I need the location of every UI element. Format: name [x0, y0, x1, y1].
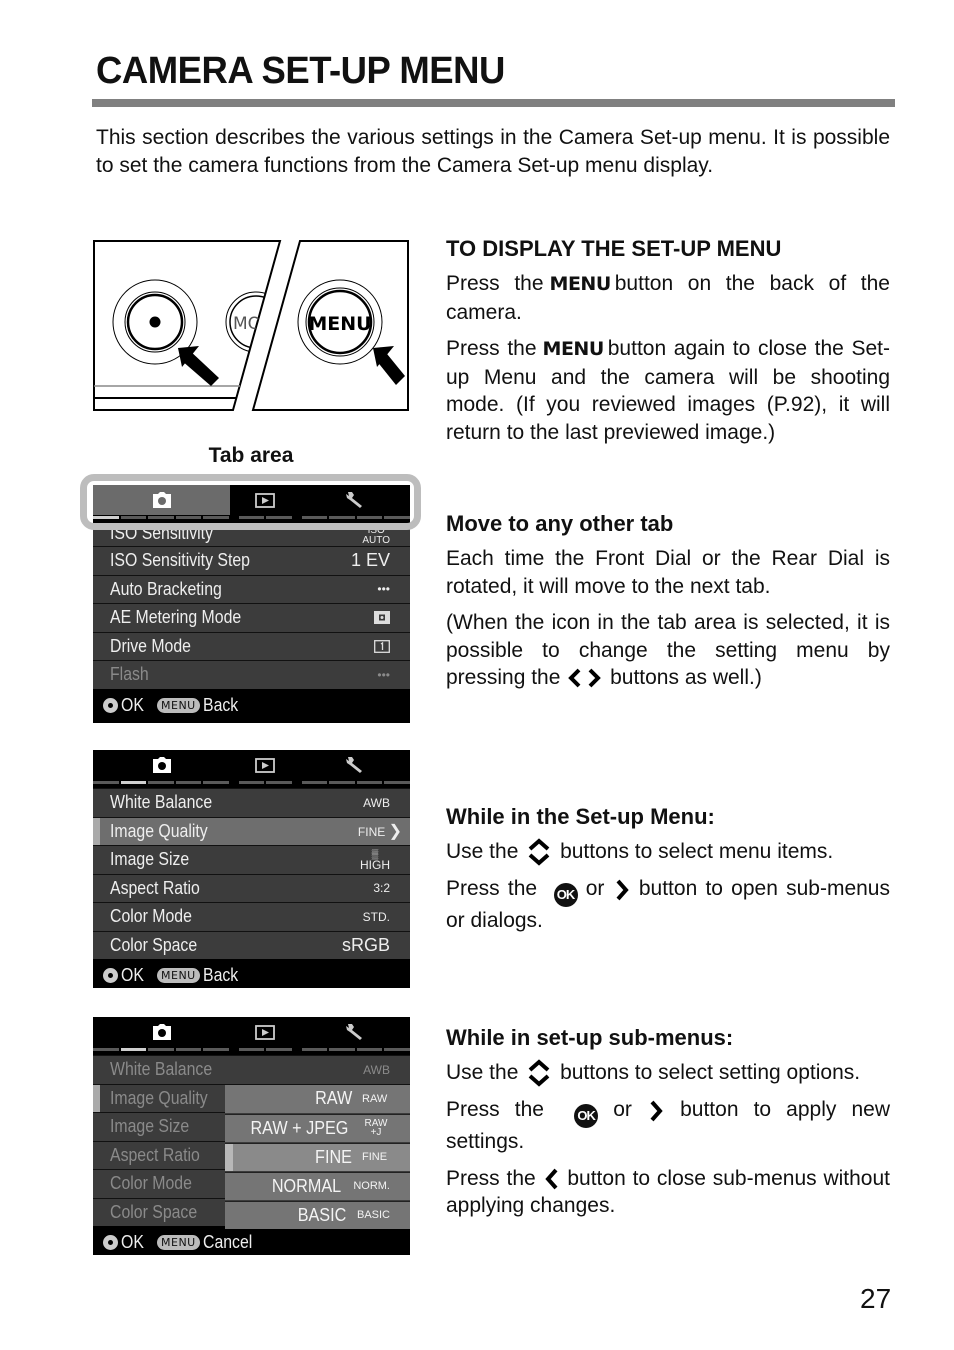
section-heading: While in the Set-up Menu:: [446, 804, 715, 829]
intro-paragraph: This section describes the various setti…: [96, 126, 890, 177]
tab-bar: [93, 750, 411, 788]
section-setup-submenus: While in set-up sub-menus: Use the butto…: [446, 1025, 890, 1218]
menu-row-iso-step[interactable]: ISO Sensitivity Step 1 EV: [93, 546, 410, 575]
option-normal[interactable]: NORMAL NORM.: [225, 1172, 410, 1200]
menu-row-white-balance[interactable]: White Balance AWB: [93, 788, 410, 817]
option-raw[interactable]: RAW RAW: [225, 1085, 410, 1113]
section-setup-menu: While in the Set-up Menu: Use the button…: [446, 804, 890, 933]
section-heading: While in set-up sub-menus:: [446, 1025, 734, 1050]
lcd-screen-shooting-menu-image: White Balance AWB Image Quality FINE ❯ I…: [93, 750, 411, 988]
page-number: 27: [860, 1283, 892, 1314]
wrench-icon: [346, 757, 362, 773]
page-title: CAMERA SET-UP MENU: [96, 50, 505, 92]
metering-icon: [374, 611, 390, 625]
section-move-tab: Move to any other tab Each time the Fron…: [446, 511, 890, 689]
tab-playback[interactable]: [230, 750, 300, 780]
tab-area-label: Tab area: [208, 444, 294, 467]
chevron-right-icon: ❯: [388, 823, 402, 841]
menu-button-badge: MENU: [157, 1235, 200, 1250]
tab-bar: [93, 1017, 411, 1055]
wrench-icon: [346, 1024, 362, 1040]
menu-key-label: MENU: [549, 273, 612, 295]
menu-row-color-space[interactable]: Color Space sRGB: [93, 930, 410, 959]
tab-page-indicator: [93, 1048, 411, 1052]
ok-button-icon: [103, 697, 118, 713]
tab-setup[interactable]: [300, 1017, 410, 1047]
chevron-right-icon: [616, 879, 629, 901]
menu-row-image-quality[interactable]: Image Quality FINE ❯: [93, 816, 410, 845]
menu-row-drive-mode[interactable]: Drive Mode: [93, 631, 410, 660]
tab-page-indicator: [93, 781, 411, 785]
menu-row-image-size[interactable]: Image Size ▒ HIGH: [93, 845, 410, 874]
menu-row-white-balance[interactable]: White Balance AWB: [93, 1055, 410, 1084]
section-heading: Move to any other tab: [446, 511, 674, 536]
section-heading: TO DISPLAY THE SET-UP MENU: [446, 236, 782, 261]
ok-button-icon: OK: [574, 1104, 599, 1129]
camera-back-illustration: MO MENU: [93, 240, 409, 411]
up-down-arrows-icon: [528, 838, 550, 867]
tab-setup[interactable]: [300, 750, 410, 780]
tab-shooting[interactable]: [93, 1017, 230, 1047]
playback-icon: [255, 1024, 275, 1040]
tab-playback[interactable]: [230, 1017, 300, 1047]
menu-row-ae-metering[interactable]: AE Metering Mode: [93, 603, 410, 632]
option-basic[interactable]: BASIC BASIC: [225, 1201, 410, 1229]
svg-text:MENU: MENU: [308, 313, 371, 335]
ok-button-icon: OK: [553, 883, 578, 908]
screen-footer: OK MENU Back: [93, 689, 410, 722]
playback-icon: [255, 757, 275, 773]
menu-button-badge: MENU: [157, 697, 200, 713]
ok-button-icon: [103, 1235, 118, 1250]
lcd-screen-image-quality-submenu: White Balance AWB Image Quality Image Si…: [93, 1017, 411, 1255]
chevron-right-icon: [650, 1100, 663, 1122]
ok-button-icon: [103, 968, 118, 983]
single-shot-icon: [374, 639, 390, 653]
svg-text:MO: MO: [233, 314, 261, 334]
ellipsis-icon: •••: [377, 582, 390, 597]
menu-button-badge: MENU: [157, 968, 200, 983]
left-right-arrows-icon: [568, 669, 602, 688]
option-fine[interactable]: FINE FINE: [225, 1143, 410, 1171]
menu-key-label: MENU: [542, 338, 605, 360]
raw-jpeg-badge: RAW +J: [364, 1118, 388, 1139]
ellipsis-icon: •••: [377, 667, 390, 682]
tab-shooting[interactable]: [93, 750, 230, 780]
screen-footer: OK MENU Cancel: [93, 1226, 410, 1259]
option-raw-jpeg[interactable]: RAW + JPEG RAW +J: [225, 1114, 410, 1142]
tab-area-highlight: [80, 474, 421, 530]
camera-icon: [152, 757, 171, 773]
screen-footer: OK MENU Back: [93, 959, 410, 992]
up-down-arrows-icon: [528, 1059, 550, 1088]
menu-row-flash[interactable]: Flash •••: [93, 660, 410, 689]
menu-row-aspect-ratio[interactable]: Aspect Ratio 3:2: [93, 873, 410, 902]
title-rule: [92, 99, 895, 107]
camera-icon: [152, 1024, 171, 1040]
section-display-menu: TO DISPLAY THE SET-UP MENU Press the MENU…: [446, 236, 890, 444]
menu-row-color-mode[interactable]: Color Mode STD.: [93, 902, 410, 931]
menu-row-auto-bracketing[interactable]: Auto Bracketing •••: [93, 574, 410, 603]
chevron-left-icon: [544, 1169, 558, 1190]
